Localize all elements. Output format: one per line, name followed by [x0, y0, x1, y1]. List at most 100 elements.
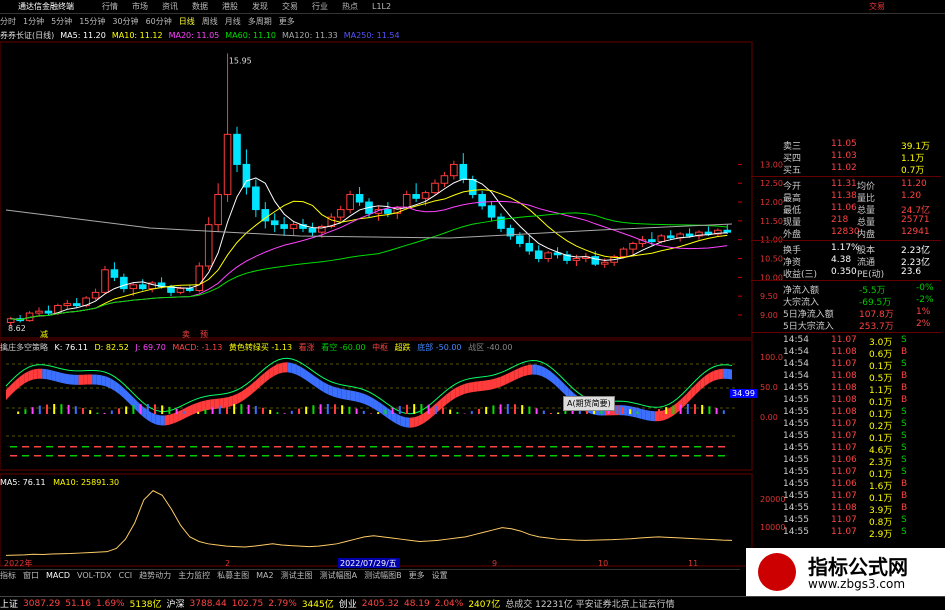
indicator-histogram-bar	[320, 404, 322, 414]
candle-body	[469, 179, 476, 194]
signal-strip	[58, 446, 65, 448]
signal-strip	[70, 446, 77, 448]
signal-strip	[682, 455, 689, 457]
indicator-band	[83, 375, 88, 385]
signal-strip	[382, 455, 389, 457]
volume-series	[6, 491, 732, 556]
indicator-histogram-bar	[183, 411, 185, 414]
signal-strip	[274, 446, 281, 448]
signal-strip	[94, 446, 101, 448]
indicator-histogram-bar	[665, 407, 667, 414]
sz-amt: 3445亿	[302, 597, 334, 610]
signal-strip	[154, 446, 161, 448]
tick-row: 14:5511.070.8万S	[751, 515, 941, 527]
indicator-tab[interactable]: 更多	[409, 570, 425, 581]
tick-row-cell: 14:55	[783, 395, 809, 405]
ask-row-cell: 0.7万	[901, 163, 924, 176]
stat-row-cell: 12941	[901, 227, 930, 237]
candle-body	[526, 243, 533, 251]
indicator-histogram-bar	[356, 409, 358, 414]
indicator-band	[482, 380, 487, 391]
indicator-histogram-bar	[363, 411, 365, 414]
tick-row-cell: 11.06	[831, 479, 857, 489]
indicator-band	[251, 381, 256, 395]
indicator-tab[interactable]: MA2	[256, 571, 273, 580]
ask-row-cell: 11.03	[831, 151, 857, 161]
stat-row: 最高11.38量比1.20	[751, 191, 941, 203]
signal-strip	[502, 455, 509, 457]
candle-body	[253, 187, 260, 210]
indicator-tab[interactable]: 测试幅图B	[364, 570, 402, 581]
signal-strip	[202, 455, 209, 457]
signal-strip	[166, 446, 173, 448]
indicator-tab[interactable]: 私募主图	[217, 570, 249, 581]
ask-row: 买四11.031.1万	[751, 151, 941, 163]
indicator-histogram-bar	[392, 408, 394, 414]
indicator-band	[523, 365, 528, 376]
indicator-tab[interactable]: 设置	[432, 570, 448, 581]
indicator-band	[119, 384, 124, 398]
tick-row-cell: S	[901, 455, 907, 465]
indicator-band	[551, 371, 556, 385]
indicator-band	[496, 377, 501, 389]
indicator-tab[interactable]: 测试主图	[281, 570, 313, 581]
signal-strip	[670, 446, 677, 448]
signal-strip	[622, 455, 629, 457]
signal-strip	[538, 446, 545, 448]
indicator-tab[interactable]: CCI	[119, 571, 133, 580]
indicator-tab[interactable]: 窗口	[23, 570, 39, 581]
indicator-band	[505, 373, 510, 385]
indicator-tab[interactable]: 指标	[0, 570, 16, 581]
fund-row-cell: PE(动)	[857, 267, 884, 280]
date-label: 2	[225, 559, 230, 568]
indicator-tab[interactable]: VOL-TDX	[77, 571, 112, 580]
indicator-tab[interactable]: 主力监控	[178, 570, 210, 581]
indicator-histogram-bar	[111, 410, 113, 414]
indicator-tab[interactable]: MACD	[46, 571, 70, 580]
signal-strip	[358, 455, 365, 457]
cy-label: 创业	[339, 597, 357, 610]
indicator-histogram-bar	[305, 407, 307, 414]
tick-row-cell: S	[901, 515, 907, 525]
tick-row-cell: 11.07	[831, 467, 857, 477]
ind-legend-11: 战区 -40.00	[468, 343, 512, 352]
indicator-band	[51, 370, 56, 381]
candle-body	[413, 195, 420, 199]
signal-strip	[286, 455, 293, 457]
signal-strip	[418, 455, 425, 457]
stat-row-cell: 12830	[831, 227, 860, 237]
candle-body	[630, 243, 637, 249]
indicator-histogram-bar	[406, 405, 408, 414]
signal-strip	[250, 446, 257, 448]
indicator-band	[70, 374, 75, 384]
indicator-histogram-bar	[521, 405, 523, 414]
indicator-histogram-bar	[694, 404, 696, 414]
flow-row: 5日净流入额107.8万1%	[751, 307, 941, 319]
indicator-histogram-bar	[125, 406, 127, 414]
indicator-histogram-bar	[428, 405, 430, 414]
indicator-histogram-bar	[17, 412, 19, 414]
candle-body	[309, 228, 316, 232]
candle-body	[64, 304, 71, 306]
signal-strip	[154, 455, 161, 457]
indicator-tab[interactable]: 趋势动力	[139, 570, 171, 581]
signal-strip	[694, 446, 701, 448]
signal-strip	[346, 446, 353, 448]
indicator-tab[interactable]: 测试幅图A	[320, 570, 357, 581]
signal-strip	[694, 455, 701, 457]
indicator-histogram-bar	[197, 412, 199, 414]
indicator-histogram-bar	[219, 406, 221, 414]
signal-strip	[334, 446, 341, 448]
indicator-histogram-bar	[212, 407, 214, 414]
indicator-band	[419, 413, 424, 425]
indicator-band	[423, 410, 428, 423]
sz-label: 沪深	[167, 597, 185, 610]
tick-row-cell: S	[901, 467, 907, 477]
indicator-histogram-bar	[514, 404, 516, 414]
indicator-band	[269, 366, 274, 379]
indicator-band	[106, 376, 111, 388]
signal-strip	[46, 446, 53, 448]
signal-strip	[178, 455, 185, 457]
signal-strip	[118, 446, 125, 448]
indicator-band	[246, 385, 251, 399]
